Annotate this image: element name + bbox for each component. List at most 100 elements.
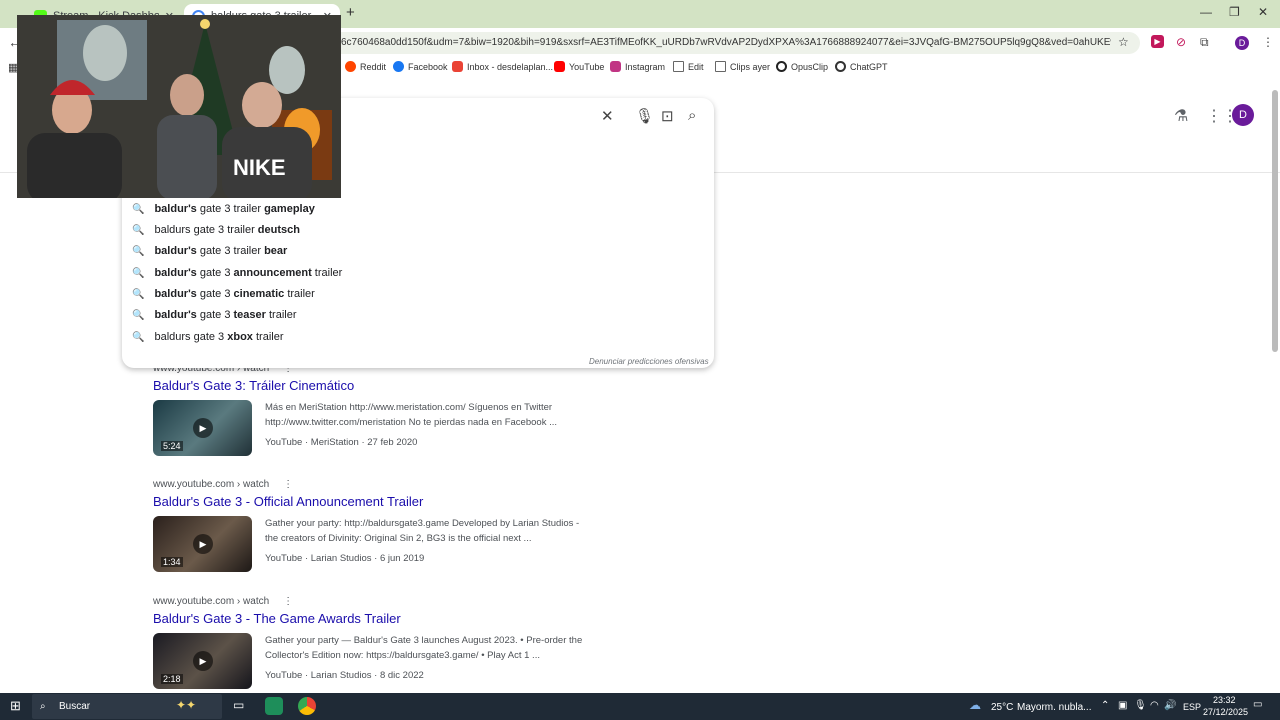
result-title-link[interactable]: Baldur's Gate 3: Tráiler Cinemático xyxy=(153,378,603,393)
weather-temp[interactable]: 25°C xyxy=(991,702,1013,713)
video-thumbnail[interactable]: ▶ 2:18 xyxy=(153,633,252,689)
clock-time[interactable]: 23:32 xyxy=(1213,695,1236,705)
account-avatar[interactable]: D xyxy=(1232,104,1254,126)
page-scrollbar[interactable] xyxy=(1272,90,1278,352)
bookmark-inbox[interactable]: Inbox - desdelaplan... xyxy=(452,61,553,72)
webcam-scene: NIKE xyxy=(17,15,341,198)
suggestion-item[interactable]: 🔍 baldurs gate 3 trailer deutsch xyxy=(132,224,300,236)
suggestion-part: baldur's xyxy=(154,245,197,257)
bookmark-reddit[interactable]: Reddit xyxy=(345,61,386,72)
bookmark-facebook[interactable]: Facebook xyxy=(393,61,448,72)
reddit-icon xyxy=(345,61,356,72)
minimize-icon[interactable]: — xyxy=(1200,5,1212,19)
bookmark-label: Instagram xyxy=(625,61,666,72)
bookmark-label: Facebook xyxy=(408,61,448,72)
video-thumbnail[interactable]: ▶ 1:34 xyxy=(153,516,252,572)
result-title-link[interactable]: Baldur's Gate 3 - Official Announcement … xyxy=(153,494,603,509)
bookmark-instagram[interactable]: Instagram xyxy=(610,61,665,72)
suggestion-part: baldur's xyxy=(154,203,197,215)
bookmark-edit[interactable]: Edit xyxy=(673,61,704,72)
play-icon: ▶ xyxy=(193,651,213,671)
suggestion-part: gate 3 trailer xyxy=(196,245,265,257)
search-icon: 🔍 xyxy=(132,203,145,215)
snippet-line: Gather your party — Baldur's Gate 3 laun… xyxy=(265,635,583,646)
bookmark-opusclip[interactable]: OpusClip xyxy=(776,61,828,72)
microphone-icon[interactable]: 🎙 xyxy=(1134,700,1147,711)
bookmark-star-icon[interactable]: ☆ xyxy=(1118,35,1129,49)
suggestion-part: baldur's xyxy=(154,267,197,279)
windows-start-icon[interactable]: ⊞ xyxy=(10,698,21,714)
snippet-line: Gather your party: http://baldursgate3.g… xyxy=(265,518,580,529)
profile-avatar[interactable]: D xyxy=(1235,36,1249,50)
suggestion-item[interactable]: 🔍 baldur's gate 3 announcement trailer xyxy=(132,267,342,279)
suggestion-part: trailer xyxy=(252,331,284,343)
search-icon: 🔍 xyxy=(132,224,145,236)
close-window-icon[interactable]: ✕ xyxy=(1258,5,1268,19)
extension-icon[interactable]: ▶ xyxy=(1151,35,1164,48)
extension-icon[interactable]: ⊘ xyxy=(1176,35,1186,49)
svg-text:NIKE: NIKE xyxy=(233,155,286,180)
suggestion-part: gameplay xyxy=(264,203,315,215)
network-icon[interactable]: ◠ xyxy=(1150,700,1159,711)
input-language[interactable]: ESP xyxy=(1183,702,1201,712)
extensions-puzzle-icon[interactable]: ⧉ xyxy=(1200,35,1209,50)
search-icon[interactable]: ⌕ xyxy=(688,107,696,124)
suggestion-item[interactable]: 🔍 baldur's gate 3 cinematic trailer xyxy=(132,288,315,300)
facebook-icon xyxy=(393,61,404,72)
alien-figure xyxy=(83,25,127,81)
result-cite[interactable]: www.youtube.com › watch xyxy=(153,596,269,607)
suggestion-text: baldur's gate 3 trailer gameplay xyxy=(154,203,314,215)
lens-search-icon[interactable]: ⊡ xyxy=(661,107,674,125)
suggestion-part: announcement xyxy=(233,267,312,279)
suggestion-item[interactable]: 🔍 baldur's gate 3 trailer gameplay xyxy=(132,203,315,215)
app-taskbar-icon[interactable] xyxy=(265,697,283,715)
chevron-up-icon[interactable]: ⌃ xyxy=(1101,700,1109,711)
suggestion-item[interactable]: 🔍 baldur's gate 3 teaser trailer xyxy=(132,309,297,321)
restore-icon[interactable]: ❐ xyxy=(1229,5,1240,19)
suggestion-text: baldur's gate 3 cinematic trailer xyxy=(154,288,314,300)
suggestion-part: xbox xyxy=(227,331,253,343)
bookmark-label: Reddit xyxy=(360,61,387,72)
weather-desc[interactable]: Mayorm. nubla... xyxy=(1017,702,1091,713)
address-url[interactable]: 6c760468a0dd150f&udm=7&biw=1920&bih=919&… xyxy=(341,37,1111,48)
youtube-icon xyxy=(554,61,565,72)
suggestion-part: baldurs gate 3 xyxy=(154,331,228,343)
bookmark-clips[interactable]: Clips ayer xyxy=(715,61,770,72)
clear-search-icon[interactable]: ✕ xyxy=(601,107,614,125)
notifications-icon[interactable]: ▭ xyxy=(1253,699,1262,710)
more-options-icon[interactable]: ⋮ xyxy=(283,596,293,607)
result-title-link[interactable]: Baldur's Gate 3 - The Game Awards Traile… xyxy=(153,611,603,626)
labs-flask-icon[interactable]: ⚗ xyxy=(1174,106,1188,126)
task-view-icon[interactable]: ▭ xyxy=(233,698,244,712)
more-options-icon[interactable]: ⋮ xyxy=(283,479,293,490)
result-meta: YouTube · Larian Studios · 8 dic 2022 xyxy=(265,670,424,681)
volume-icon[interactable]: 🔊 xyxy=(1164,700,1176,711)
suggestion-item[interactable]: 🔍 baldur's gate 3 trailer bear xyxy=(132,245,287,257)
new-tab-icon[interactable]: + xyxy=(346,4,355,21)
suggestion-text: baldur's gate 3 trailer bear xyxy=(154,245,287,257)
bookmark-youtube[interactable]: YouTube xyxy=(554,61,604,72)
bookmark-label: ChatGPT xyxy=(850,61,888,72)
folder-icon xyxy=(715,61,726,72)
menu-kebab-icon[interactable]: ⋮ xyxy=(1262,35,1274,49)
bookmark-label: Clips ayer xyxy=(730,61,771,72)
chatgpt-icon xyxy=(835,61,846,72)
voice-search-icon[interactable]: 🎙 xyxy=(635,107,654,125)
search-icon: 🔍 xyxy=(132,245,145,257)
bookmark-chatgpt[interactable]: ChatGPT xyxy=(835,61,888,72)
instagram-icon xyxy=(610,61,621,72)
suggestion-part: trailer xyxy=(284,288,315,300)
bookmark-label: OpusClip xyxy=(791,61,829,72)
clock-date[interactable]: 27/12/2025 xyxy=(1203,707,1248,717)
chrome-taskbar-icon[interactable] xyxy=(298,697,316,715)
result-cite[interactable]: www.youtube.com › watch xyxy=(153,479,269,490)
report-predictions-link[interactable]: Denunciar predicciones ofensivas xyxy=(589,357,709,366)
gmail-icon xyxy=(452,61,463,72)
tray-app-icon[interactable]: ▣ xyxy=(1118,700,1127,711)
video-duration: 5:24 xyxy=(161,441,183,451)
suggestion-part: baldur's xyxy=(154,288,197,300)
snippet-line: Más en MeriStation http://www.meristatio… xyxy=(265,402,553,413)
video-thumbnail[interactable]: ▶ 5:24 xyxy=(153,400,252,456)
suggestion-item[interactable]: 🔍 baldurs gate 3 xbox trailer xyxy=(132,331,283,343)
suggestion-text: baldurs gate 3 trailer deutsch xyxy=(154,224,300,236)
